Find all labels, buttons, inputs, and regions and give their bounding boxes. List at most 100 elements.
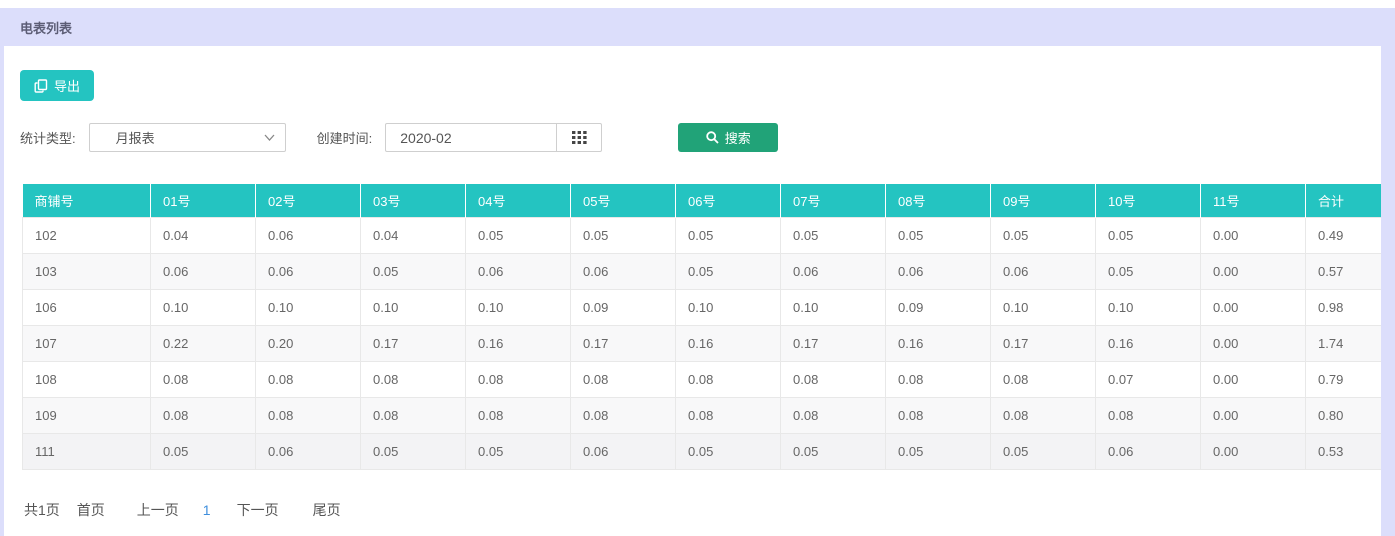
value-cell: 1.74 [1306, 325, 1382, 361]
stat-type-select[interactable]: 月报表 [89, 123, 286, 152]
column-header: 08号 [886, 184, 991, 217]
value-cell: 0.08 [571, 397, 676, 433]
copy-file-icon [34, 79, 48, 93]
column-header: 11号 [1201, 184, 1306, 217]
column-header: 10号 [1096, 184, 1201, 217]
value-cell: 0.08 [151, 361, 256, 397]
value-cell: 0.05 [676, 253, 781, 289]
value-cell: 0.16 [466, 325, 571, 361]
create-time-input-group [385, 123, 602, 152]
value-cell: 0.08 [781, 361, 886, 397]
value-cell: 0.10 [676, 289, 781, 325]
value-cell: 0.08 [886, 361, 991, 397]
value-cell: 0.06 [256, 253, 361, 289]
value-cell: 0.05 [781, 433, 886, 469]
search-button[interactable]: 搜索 [678, 123, 778, 152]
value-cell: 0.16 [886, 325, 991, 361]
shop-number-cell: 107 [23, 325, 151, 361]
value-cell: 0.10 [991, 289, 1096, 325]
create-time-input[interactable] [386, 124, 556, 151]
value-cell: 0.10 [361, 289, 466, 325]
page-title: 电表列表 [20, 18, 72, 37]
column-header: 03号 [361, 184, 466, 217]
value-cell: 0.06 [571, 433, 676, 469]
table-row: 1030.060.060.050.060.060.050.060.060.060… [23, 253, 1382, 289]
value-cell: 0.08 [991, 361, 1096, 397]
value-cell: 0.06 [781, 253, 886, 289]
value-cell: 0.06 [1096, 433, 1201, 469]
table-row: 1020.040.060.040.050.050.050.050.050.050… [23, 217, 1382, 253]
stat-type-label: 统计类型: [20, 128, 76, 147]
stat-type-selected-value: 月报表 [116, 128, 155, 147]
filter-row: 统计类型: 月报表 创建时间: [20, 123, 1381, 152]
value-cell: 0.05 [571, 217, 676, 253]
shop-number-cell: 109 [23, 397, 151, 433]
value-cell: 0.79 [1306, 361, 1382, 397]
value-cell: 0.20 [256, 325, 361, 361]
value-cell: 0.05 [1096, 253, 1201, 289]
value-cell: 0.00 [1201, 325, 1306, 361]
value-cell: 0.08 [1096, 397, 1201, 433]
prev-page-button[interactable]: 上一页 [137, 500, 179, 520]
page-body: 导出 统计类型: 月报表 创建时间: [0, 46, 1395, 536]
value-cell: 0.08 [676, 397, 781, 433]
value-cell: 0.57 [1306, 253, 1382, 289]
column-header: 02号 [256, 184, 361, 217]
column-header: 05号 [571, 184, 676, 217]
value-cell: 0.05 [361, 253, 466, 289]
column-header: 商铺号 [23, 184, 151, 217]
chevron-down-icon [264, 133, 273, 142]
value-cell: 0.00 [1201, 253, 1306, 289]
value-cell: 0.16 [1096, 325, 1201, 361]
value-cell: 0.17 [781, 325, 886, 361]
value-cell: 0.04 [151, 217, 256, 253]
column-header: 04号 [466, 184, 571, 217]
current-page-number[interactable]: 1 [203, 502, 211, 518]
value-cell: 0.05 [781, 217, 886, 253]
first-page-button[interactable]: 首页 [77, 500, 105, 520]
export-button-label: 导出 [54, 76, 80, 95]
value-cell: 0.16 [676, 325, 781, 361]
export-button[interactable]: 导出 [20, 70, 94, 101]
value-cell: 0.08 [256, 361, 361, 397]
next-page-button[interactable]: 下一页 [237, 500, 279, 520]
value-cell: 0.80 [1306, 397, 1382, 433]
meter-table-body: 1020.040.060.040.050.050.050.050.050.050… [23, 217, 1382, 469]
value-cell: 0.05 [676, 433, 781, 469]
value-cell: 0.53 [1306, 433, 1382, 469]
last-page-button[interactable]: 尾页 [313, 500, 341, 520]
value-cell: 0.00 [1201, 361, 1306, 397]
value-cell: 0.17 [571, 325, 676, 361]
value-cell: 0.10 [466, 289, 571, 325]
value-cell: 0.06 [886, 253, 991, 289]
top-strip [0, 0, 1395, 8]
value-cell: 0.08 [571, 361, 676, 397]
value-cell: 0.05 [886, 433, 991, 469]
grid-calendar-icon[interactable] [556, 124, 601, 151]
value-cell: 0.08 [361, 361, 466, 397]
value-cell: 0.06 [151, 253, 256, 289]
value-cell: 0.06 [991, 253, 1096, 289]
value-cell: 0.00 [1201, 433, 1306, 469]
column-header: 01号 [151, 184, 256, 217]
value-cell: 0.08 [991, 397, 1096, 433]
value-cell: 0.49 [1306, 217, 1382, 253]
content-panel: 导出 统计类型: 月报表 创建时间: [4, 46, 1381, 536]
value-cell: 0.08 [886, 397, 991, 433]
shop-number-cell: 106 [23, 289, 151, 325]
value-cell: 0.05 [466, 217, 571, 253]
value-cell: 0.05 [151, 433, 256, 469]
table-row: 1090.080.080.080.080.080.080.080.080.080… [23, 397, 1382, 433]
shop-number-cell: 108 [23, 361, 151, 397]
value-cell: 0.10 [781, 289, 886, 325]
value-cell: 0.08 [361, 397, 466, 433]
value-cell: 0.08 [676, 361, 781, 397]
value-cell: 0.10 [1096, 289, 1201, 325]
value-cell: 0.06 [256, 433, 361, 469]
column-header: 07号 [781, 184, 886, 217]
create-time-label: 创建时间: [317, 128, 373, 147]
table-row: 1060.100.100.100.100.090.100.100.090.100… [23, 289, 1382, 325]
shop-number-cell: 111 [23, 433, 151, 469]
value-cell: 0.00 [1201, 289, 1306, 325]
meter-table: 商铺号01号02号03号04号05号06号07号08号09号10号11号合计 1… [22, 184, 1381, 470]
